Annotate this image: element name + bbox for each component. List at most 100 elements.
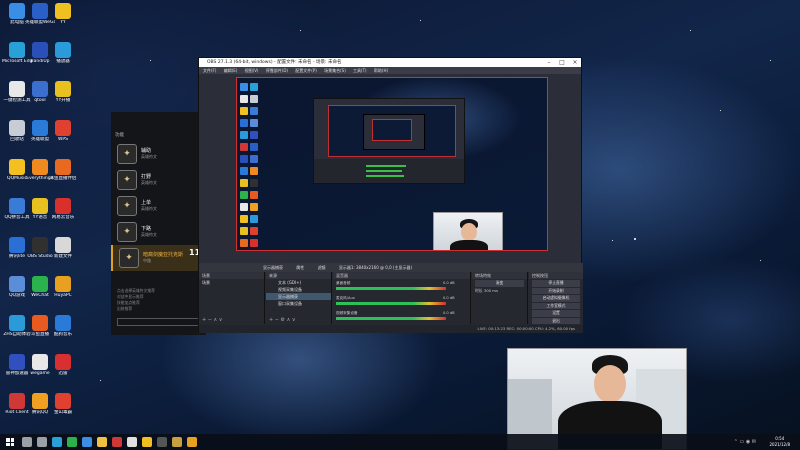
role-subtitle: 英雄符文 bbox=[141, 232, 157, 237]
preview-app-icon bbox=[250, 131, 258, 139]
source-item-selected[interactable]: 显示器捕获 bbox=[266, 293, 331, 300]
window-title: OBS 27.1.3 (64-bit, windows) - 配置文件: 未命名… bbox=[207, 60, 342, 65]
start-recording-button[interactable]: 开始录制 bbox=[532, 287, 580, 294]
qq-icon[interactable] bbox=[82, 437, 92, 447]
mixer-channel-level: 0.0 dB bbox=[443, 281, 455, 285]
preview-app-icon bbox=[240, 83, 248, 91]
yy-icon[interactable] bbox=[142, 437, 152, 447]
menu-edit[interactable]: 编辑(E) bbox=[224, 68, 238, 73]
scene-item[interactable]: 场景 bbox=[199, 279, 264, 286]
source-item[interactable]: 文本 (GDI+) bbox=[266, 279, 331, 286]
desktop-shortcut[interactable]: 播放器 bbox=[48, 42, 78, 64]
virtual-camera-button[interactable]: 启动虚拟摄像机 bbox=[532, 295, 580, 302]
app-icon bbox=[9, 393, 25, 409]
audio-mixer-dock: 混音器 桌面音频 0.0 dB 麦克风/Aux 0.0 dB 视频采集设备 0.… bbox=[333, 272, 471, 324]
obs-status-bar: LIVE: 00:13:23 REC: 00:00:00 CPU: 4.2%, … bbox=[199, 325, 583, 333]
exit-button[interactable]: 退出 bbox=[532, 317, 580, 324]
display-select[interactable]: 显示器1: 3840x2160 @ 0,0 (主显示器) bbox=[339, 265, 412, 270]
app-icon bbox=[55, 120, 71, 136]
source-item[interactable]: 视频采集设备 bbox=[266, 286, 331, 293]
obs-docks: 显示器捕获 属性 滤镜 显示器1: 3840x2160 @ 0,0 (主显示器)… bbox=[199, 263, 583, 333]
search-icon[interactable] bbox=[22, 437, 32, 447]
menu-scene-collection[interactable]: 场景集合(S) bbox=[324, 68, 346, 73]
mixer-channel-level: 0.0 dB bbox=[443, 296, 455, 300]
wechat-icon[interactable] bbox=[67, 437, 77, 447]
settings-button[interactable]: 设置 bbox=[532, 310, 580, 317]
studio-mode-button[interactable]: 工作室模式 bbox=[532, 302, 580, 309]
minimize-icon[interactable]: – bbox=[543, 58, 555, 67]
obs-titlebar[interactable]: OBS 27.1.3 (64-bit, windows) - 配置文件: 未命名… bbox=[199, 58, 581, 67]
maximize-icon[interactable]: □ bbox=[556, 58, 568, 67]
source-item[interactable]: 窗口采集设备 bbox=[266, 300, 331, 307]
riot-icon[interactable] bbox=[112, 437, 122, 447]
preview-app-icon bbox=[240, 191, 248, 199]
controls-header: 控制按钮 bbox=[529, 272, 583, 279]
scenes-header: 场景 bbox=[199, 272, 264, 279]
preview-app-icon bbox=[240, 107, 248, 115]
scenes-dock: 场景 场景 + − ∧ ∨ bbox=[199, 272, 265, 324]
menu-view[interactable]: 视图(V) bbox=[245, 68, 259, 73]
stop-streaming-button[interactable]: 停止直播 bbox=[532, 280, 580, 287]
lol-icon[interactable] bbox=[172, 437, 182, 447]
app-icon bbox=[32, 159, 48, 175]
role-item-bottom[interactable]: ✦ 下路 英雄符文 bbox=[111, 219, 206, 245]
wegame-icon[interactable] bbox=[127, 437, 137, 447]
menu-file[interactable]: 文件(F) bbox=[203, 68, 216, 73]
huya-icon[interactable] bbox=[187, 437, 197, 447]
properties-button[interactable]: 属性 bbox=[296, 265, 304, 270]
app-icon bbox=[32, 315, 48, 331]
close-icon[interactable]: × bbox=[569, 58, 581, 67]
filters-button[interactable]: 滤镜 bbox=[318, 265, 326, 270]
task-view-icon[interactable] bbox=[37, 437, 47, 447]
role-icon: ✦ bbox=[117, 170, 137, 190]
volume-meter[interactable] bbox=[336, 317, 446, 320]
taskbar-clock[interactable]: 0:54 2021/12/8 bbox=[769, 434, 790, 450]
app-icon bbox=[55, 237, 71, 253]
desktop-shortcut[interactable]: 酷狗音乐 bbox=[48, 315, 78, 337]
obs-menubar: 文件(F) 编辑(E) 视图(V) 停靠部件(D) 配置文件(P) 场景集合(S… bbox=[199, 67, 581, 74]
app-icon bbox=[55, 315, 71, 331]
system-tray-icons[interactable]: ⌃ ▭ ◉ ✉ bbox=[734, 439, 756, 445]
obs-icon[interactable] bbox=[157, 437, 167, 447]
desktop-shortcut[interactable]: 网易云音乐 bbox=[48, 198, 78, 220]
menu-docks[interactable]: 停靠部件(D) bbox=[266, 68, 288, 73]
panel-input[interactable] bbox=[117, 318, 202, 326]
shortcut-label: HuyaPC bbox=[54, 293, 72, 298]
obs-preview-canvas[interactable] bbox=[236, 77, 548, 251]
desktop-icon-grid: 此电脑 Microsoft Edge 一键检测工具 回收站 QQMusic QQ拼音工具腾… bbox=[0, 0, 77, 430]
panel-footer-notes: 点击选择英雄符文推荐 对战中显示推荐 技能加点推荐 出装推荐 bbox=[117, 288, 202, 312]
desktop-shortcut[interactable]: HuyaPC bbox=[48, 276, 78, 298]
preview-app-icon bbox=[240, 167, 248, 175]
desktop-shortcut[interactable]: 金山毒霸 bbox=[48, 393, 78, 415]
menu-profile[interactable]: 配置文件(P) bbox=[295, 68, 317, 73]
transition-select[interactable]: 渐变 bbox=[475, 280, 524, 287]
desktop-shortcut[interactable]: YY开播 bbox=[48, 81, 78, 103]
desktop-shortcut[interactable]: WPS bbox=[48, 120, 78, 142]
edge-icon[interactable] bbox=[52, 437, 62, 447]
preview-app-icon bbox=[240, 143, 248, 151]
scenes-controls[interactable]: + − ∧ ∨ bbox=[199, 317, 264, 324]
preview-app-icon bbox=[250, 155, 258, 163]
sources-controls[interactable]: + − ⚙ ∧ ∨ bbox=[266, 317, 331, 324]
app-icon bbox=[32, 393, 48, 409]
explorer-icon[interactable] bbox=[97, 437, 107, 447]
desktop-shortcut[interactable]: 迅雷 bbox=[48, 354, 78, 376]
windows-start-icon[interactable] bbox=[6, 438, 14, 446]
role-item-top[interactable]: ✦ 上单 英雄符文 bbox=[111, 193, 206, 219]
role-title: 辅助 bbox=[141, 148, 152, 154]
duration-input[interactable]: 300 ms bbox=[484, 288, 498, 293]
menu-help[interactable]: 帮助(H) bbox=[374, 68, 388, 73]
role-item-jungle[interactable]: ✦ 打野 英雄符文 bbox=[111, 167, 206, 193]
desktop-shortcut[interactable]: 新建文件 bbox=[48, 237, 78, 259]
mixer-channel-name: 桌面音频 bbox=[336, 281, 351, 285]
desktop-shortcut[interactable]: 斗鱼直播伴侣 bbox=[48, 159, 78, 181]
role-item-support[interactable]: ✦ 辅助 英雄符文 bbox=[111, 141, 206, 167]
menu-tools[interactable]: 工具(T) bbox=[353, 68, 367, 73]
preview-app-icon bbox=[250, 203, 258, 211]
desktop-shortcut[interactable]: YY bbox=[48, 3, 78, 25]
app-icon bbox=[32, 42, 48, 58]
volume-meter[interactable] bbox=[336, 287, 446, 290]
volume-meter[interactable] bbox=[336, 302, 446, 305]
app-icon bbox=[9, 354, 25, 370]
role-subtitle: 英雄符文 bbox=[141, 180, 157, 185]
